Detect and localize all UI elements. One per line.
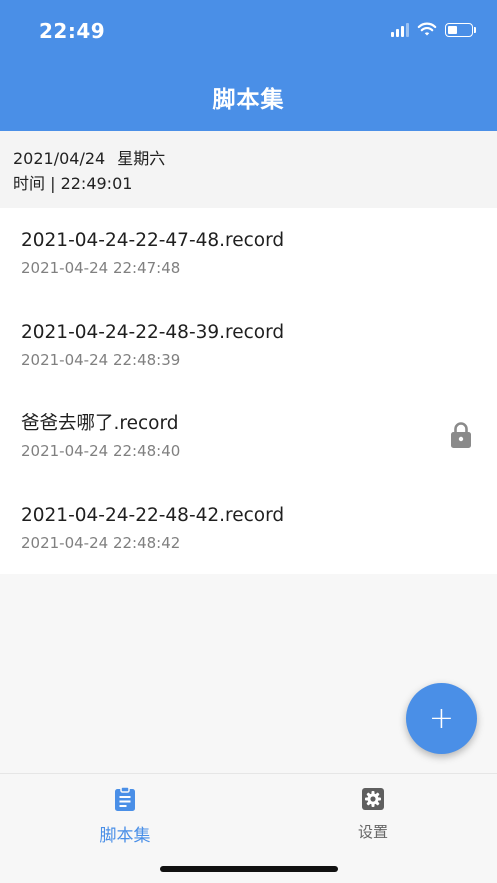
record-list: 2021-04-24-22-47-48.record 2021-04-24 22… <box>0 208 497 574</box>
record-date: 2021-04-24 22:48:39 <box>21 350 181 369</box>
status-icons <box>391 22 476 37</box>
gear-icon <box>362 788 384 810</box>
tab-settings[interactable]: 设置 <box>313 786 433 842</box>
current-weekday: 星期六 <box>117 149 166 168</box>
record-item[interactable]: 2021-04-24-22-47-48.record 2021-04-24 22… <box>0 208 497 300</box>
current-time: 时间 | 22:49:01 <box>13 174 133 193</box>
current-date: 2021/04/24 <box>13 149 106 168</box>
tab-label: 脚本集 <box>99 826 151 846</box>
record-date: 2021-04-24 22:48:42 <box>21 533 181 552</box>
record-name: 2021-04-24-22-47-48.record <box>21 230 285 251</box>
add-record-button[interactable]: + <box>406 683 477 754</box>
tab-scripts[interactable]: 脚本集 <box>65 786 185 846</box>
signal-icon <box>391 22 409 37</box>
record-name: 爸爸去哪了.record <box>21 413 179 434</box>
status-time: 22:49 <box>39 19 106 43</box>
lock-icon[interactable] <box>450 421 472 449</box>
record-item[interactable]: 爸爸去哪了.record 2021-04-24 22:48:40 <box>0 391 497 483</box>
record-item[interactable]: 2021-04-24-22-48-39.record 2021-04-24 22… <box>0 300 497 392</box>
record-item[interactable]: 2021-04-24-22-48-42.record 2021-04-24 22… <box>0 483 497 575</box>
home-indicator <box>160 866 338 872</box>
date-panel: 2021/04/24 星期六 时间 | 22:49:01 <box>0 131 497 208</box>
battery-icon <box>445 22 476 37</box>
record-date: 2021-04-24 22:48:40 <box>21 442 181 460</box>
date-line: 2021/04/24 星期六 <box>13 146 484 171</box>
wifi-icon <box>417 22 437 36</box>
page-title: 脚本集 <box>212 87 285 113</box>
clipboard-icon <box>115 786 135 811</box>
app-header: 22:49 脚本集 <box>0 0 497 131</box>
record-date: 2021-04-24 22:47:48 <box>21 259 181 277</box>
tab-label: 设置 <box>357 823 388 841</box>
plus-icon: + <box>428 700 455 736</box>
record-name: 2021-04-24-22-48-42.record <box>21 504 285 526</box>
record-name: 2021-04-24-22-48-39.record <box>21 321 285 343</box>
